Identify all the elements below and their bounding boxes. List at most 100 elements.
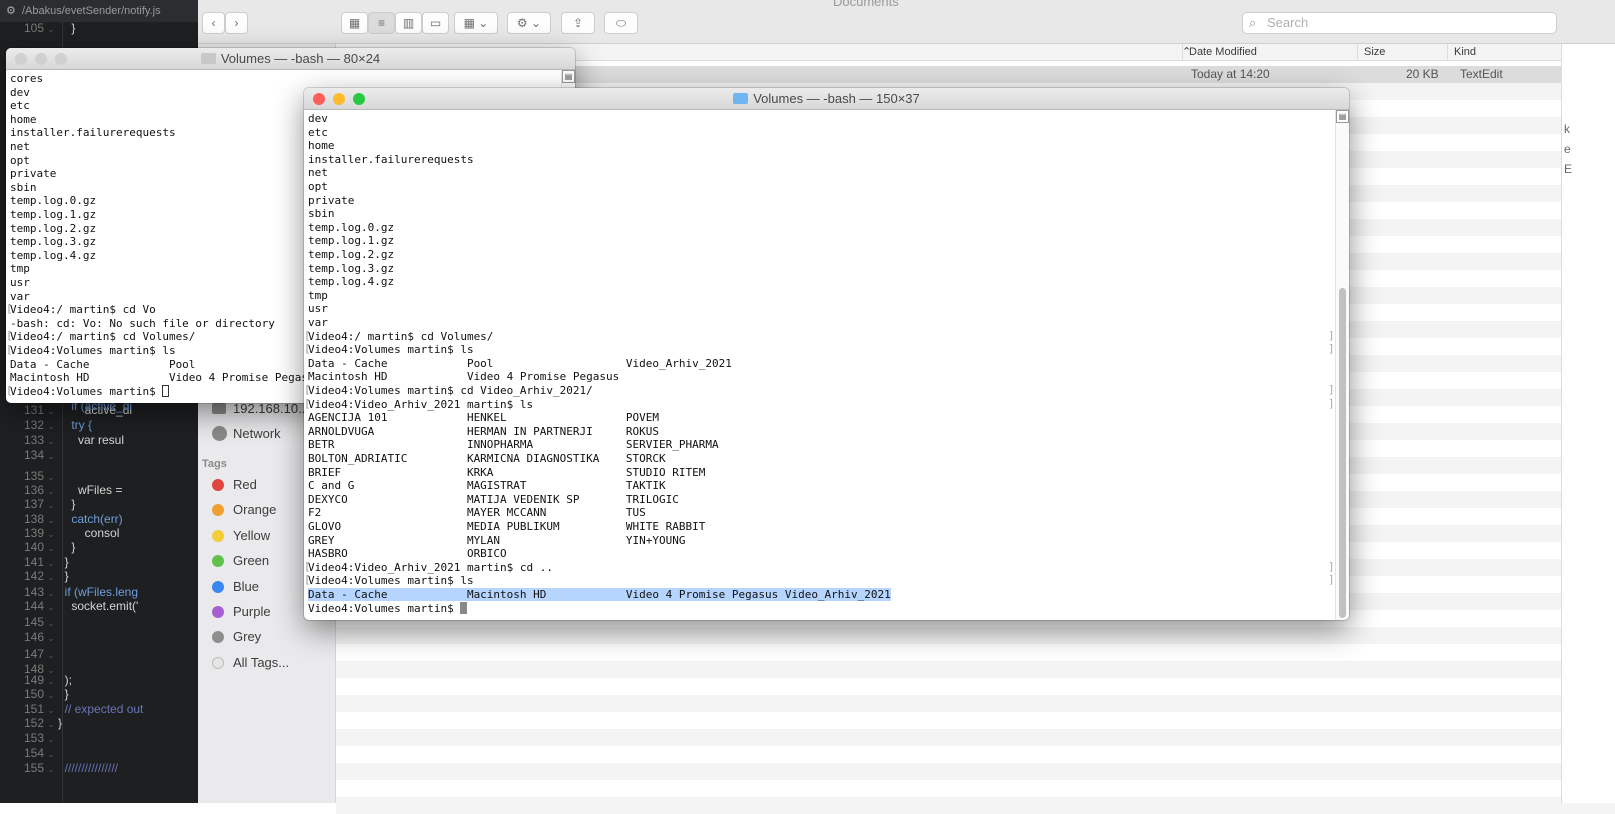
terminal-line-text: temp.log.0.gz — [10, 194, 97, 208]
terminal-line-text: etc — [308, 125, 328, 139]
right-panel-edge: k e E — [1561, 44, 1615, 803]
zoom-button[interactable] — [55, 53, 67, 65]
line-mark-icon: [ — [6, 329, 13, 343]
close-button[interactable] — [313, 93, 325, 105]
split-pane-button[interactable]: ▤ — [1336, 110, 1349, 123]
tag-button[interactable]: ⬭ — [604, 12, 638, 34]
terminal-line-text: etc — [10, 99, 30, 113]
terminal-line-text: Data - Cache Pool Video_Arhiv_2021 — [308, 356, 732, 370]
sidebar-tag-alltags[interactable]: All Tags... — [212, 652, 289, 674]
server-icon — [212, 403, 226, 414]
terminal-line-text: tmp — [10, 262, 30, 276]
line-mark-icon: [ — [6, 343, 13, 356]
terminal-line-text: Video4:/ martin$ cd Volumes/ — [308, 329, 494, 343]
sidebar-tag-yellow[interactable]: Yellow — [212, 525, 270, 547]
terminal-line-text: dev — [10, 85, 30, 99]
list-stripe — [336, 678, 1615, 695]
sidebar-tag-blue[interactable]: Blue — [212, 576, 259, 598]
terminal-line: Data - Cache Pool Video_Arhiv_2021 — [308, 357, 732, 371]
terminal-line: -bash: cd: Vo: No such file or directory — [10, 317, 275, 331]
scrollbar-thumb[interactable] — [1339, 288, 1346, 618]
column-date-modified[interactable]: Date Modified — [1182, 44, 1357, 61]
sidebar-tag-green[interactable]: Green — [212, 550, 269, 572]
terminal-line-text: opt — [10, 153, 30, 167]
sidebar-tag-red[interactable]: Red — [212, 474, 257, 496]
terminal-line-text: home — [308, 139, 335, 153]
terminal-line: Macintosh HD Video 4 Promise Pegasus — [10, 371, 321, 385]
sidebar-tag-label: Orange — [233, 502, 277, 518]
folder-icon — [733, 93, 749, 104]
edge-letter: E — [1564, 162, 1573, 176]
gallery-view-button[interactable]: ▭ — [422, 12, 449, 34]
share-button[interactable]: ⇪ — [561, 12, 595, 34]
terminal-line: temp.log.3.gz — [10, 235, 96, 249]
list-stripe — [336, 661, 1615, 678]
search-input[interactable]: ⌕ Search — [1242, 12, 1557, 34]
terminal-line: Macintosh HD Video 4 Promise Pegasus — [308, 370, 619, 384]
scrollbar[interactable]: ▤ — [1335, 110, 1349, 620]
minimize-button[interactable] — [333, 93, 345, 105]
line-mark-icon: ] — [1328, 559, 1335, 573]
icon-view-button[interactable]: ▦ — [341, 12, 368, 34]
column-view-button[interactable]: ▥ — [395, 12, 422, 34]
terminal-line: temp.log.2.gz — [10, 222, 96, 236]
forward-button[interactable]: › — [225, 12, 248, 34]
tag-color-icon — [212, 631, 224, 644]
finder-title: Documents — [833, 0, 899, 9]
sidebar-tag-label: Purple — [233, 604, 271, 619]
list-view-button[interactable]: ≡ — [368, 12, 395, 34]
tag-color-icon — [212, 656, 224, 669]
terminal-line: etc — [308, 126, 328, 140]
sidebar-tags-heading: Tags — [202, 458, 227, 470]
terminal-title-bar[interactable]: Volumes — -bash — 150×37 — [304, 88, 1349, 110]
terminal-line: GLOVO MEDIA PUBLIKUM WHITE RABBIT — [308, 520, 705, 534]
terminal-line-text: sbin — [308, 207, 335, 221]
terminal-title-bar[interactable]: Volumes — -bash — 80×24 — [6, 48, 575, 70]
sidebar-tag-label: Grey — [233, 629, 262, 645]
globe-icon — [212, 426, 227, 441]
group-button[interactable]: ▦ ⌄ — [454, 12, 498, 34]
list-stripe — [336, 644, 1615, 661]
terminal-line: home — [308, 139, 335, 153]
gallery-icon: ▭ — [429, 16, 442, 30]
list-icon: ≡ — [377, 16, 385, 30]
terminal-line-text: -bash: cd: Vo: No such file or directory — [10, 316, 275, 330]
terminal-window-large[interactable]: Volumes — -bash — 150×37 ▤ dev etc home ins… — [304, 88, 1349, 620]
minimize-button[interactable] — [35, 53, 47, 65]
column-size[interactable]: Size — [1357, 44, 1447, 61]
sidebar-tag-orange[interactable]: Orange — [212, 499, 276, 521]
terminal-line: sbin — [10, 181, 37, 195]
terminal-line-text: Data - Cache Macintosh HD Video 4 Promis… — [308, 588, 891, 601]
terminal-line: net — [308, 166, 328, 180]
row-kind: TextEdit — [1460, 67, 1503, 81]
code-text[interactable]: //////////////// — [58, 756, 118, 781]
zoom-button[interactable] — [353, 93, 365, 105]
close-button[interactable] — [15, 53, 27, 65]
code-text[interactable]: } — [58, 16, 75, 41]
folder-icon — [200, 53, 216, 64]
sidebar-tag-purple[interactable]: Purple — [212, 601, 271, 623]
terminal-line: Video4:Volumes martin$ — [10, 384, 170, 399]
terminal-line: opt — [10, 154, 30, 168]
fold-icon[interactable]: ⌄ — [44, 757, 58, 782]
terminal-line-text: temp.log.2.gz — [308, 248, 395, 261]
terminal-line-text: dev — [308, 112, 328, 125]
line-mark-icon: [ — [304, 383, 311, 396]
terminal-line-text: private — [10, 167, 57, 181]
list-stripe — [336, 712, 1615, 729]
terminal-line: Video4:Video_Arhiv_2021 martin$ cd .. — [308, 561, 553, 575]
terminal-line: etc — [10, 99, 30, 113]
split-pane-button[interactable]: ▤ — [562, 70, 575, 83]
tag-color-icon — [212, 504, 224, 517]
sidebar-tag-grey[interactable]: Grey — [212, 626, 261, 648]
fold-icon[interactable]: ⌄ — [44, 17, 58, 42]
terminal-line-text: Video4:Volumes martin$ ls — [308, 574, 474, 588]
terminal-line-text: usr — [10, 276, 30, 289]
action-button[interactable]: ⚙ ⌄ — [507, 12, 551, 34]
line-number: 155 — [23, 761, 44, 775]
list-stripe — [336, 746, 1615, 763]
sidebar-item-network[interactable]: Network — [212, 423, 281, 445]
terminal-line-text: private — [308, 193, 355, 207]
sidebar-tag-label: Yellow — [233, 527, 271, 543]
back-button[interactable]: ‹ — [202, 12, 225, 34]
